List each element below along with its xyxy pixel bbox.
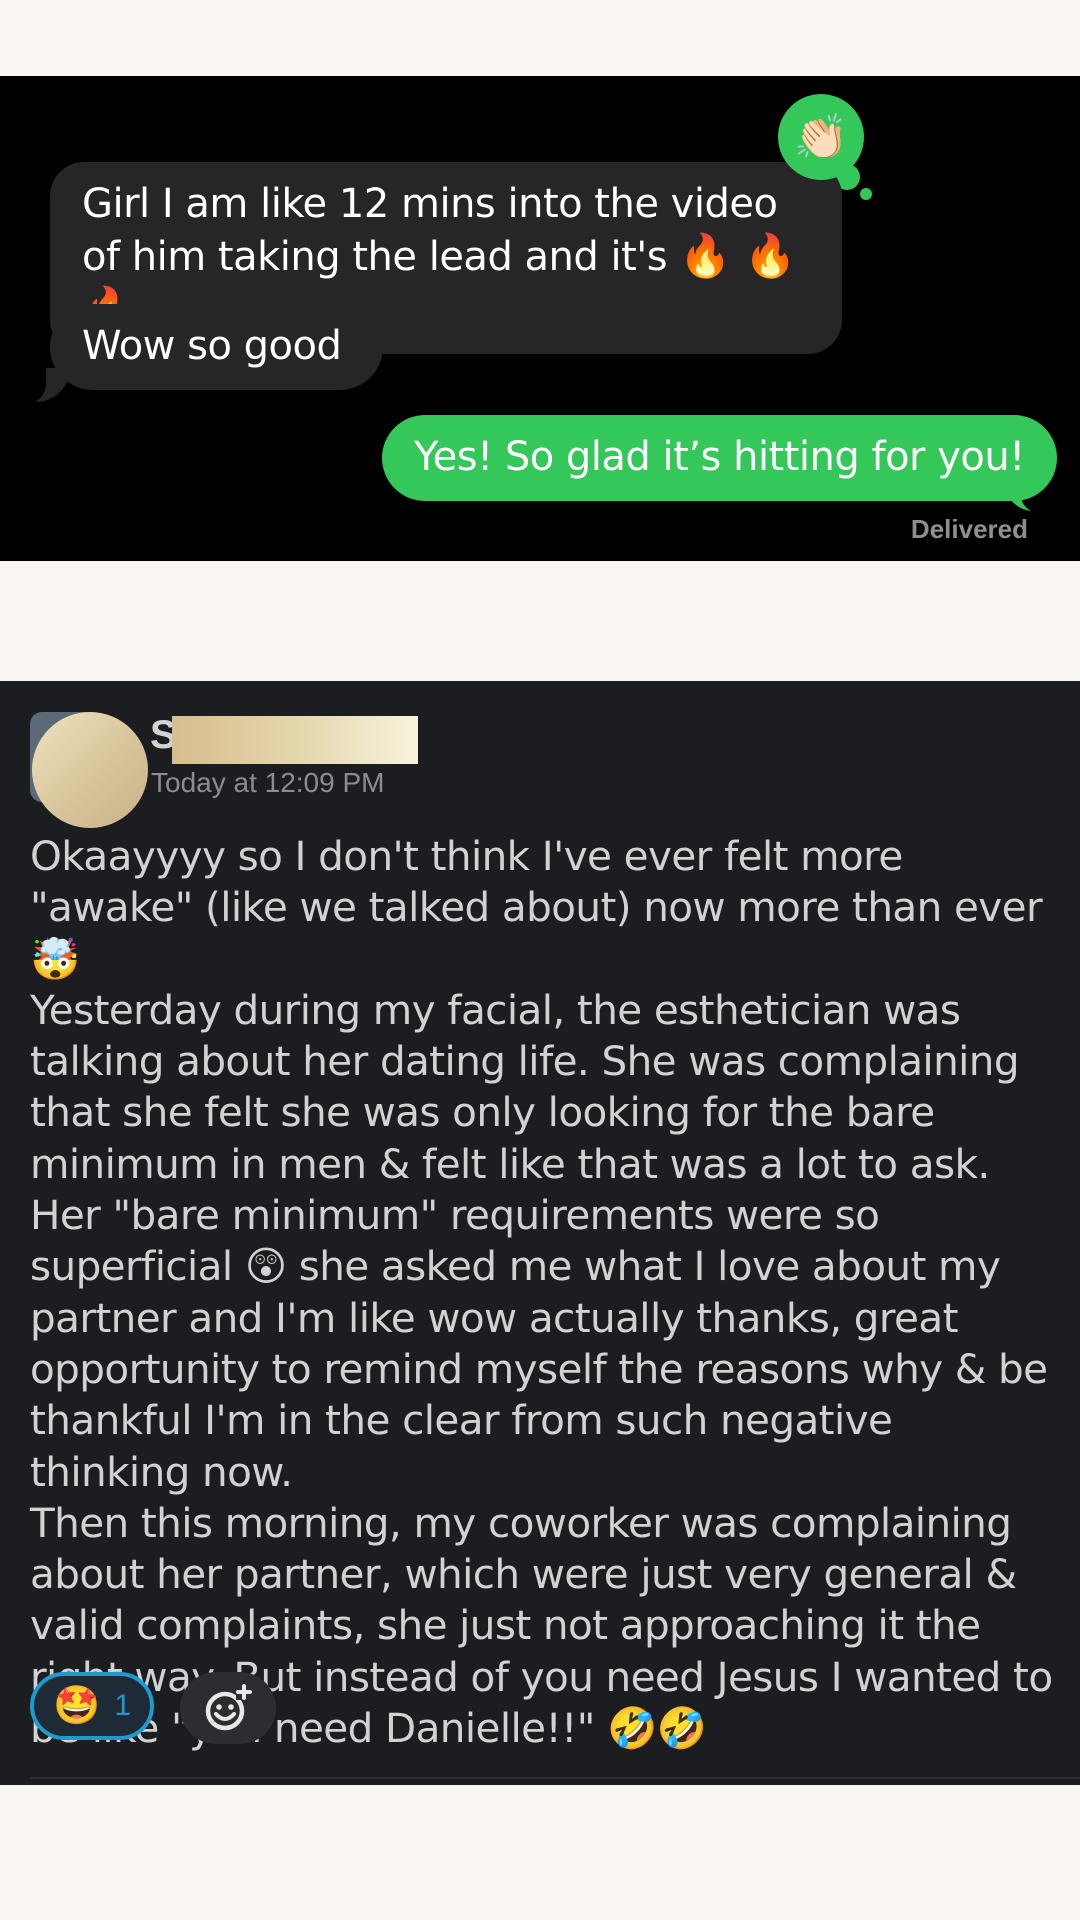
add-emoji-icon <box>205 1684 252 1731</box>
star-struck-emoji-icon: 🤩 <box>52 1685 101 1727</box>
avatar[interactable] <box>32 712 148 828</box>
incoming-message-bubble[interactable]: Wow so good <box>50 304 384 390</box>
message-text: Girl I am like 12 mins into the video of… <box>82 181 778 280</box>
imessage-thread: Girl I am like 12 mins into the video of… <box>0 76 1080 561</box>
message-text: Yes! So glad it’s hitting for you! <box>414 434 1025 480</box>
post-timestamp[interactable]: Today at 12:09 PM <box>151 767 384 799</box>
add-reaction-button[interactable] <box>180 1672 276 1744</box>
post-paragraph: Yesterday during my facial, the esthetic… <box>30 985 1048 1496</box>
outgoing-message-bubble[interactable]: Yes! So glad it’s hitting for you! <box>382 415 1057 501</box>
reaction-count: 1 <box>114 1689 131 1722</box>
post-body: Okaayyyy so I don't think I've ever felt… <box>30 831 1060 1754</box>
delivery-status: Delivered <box>910 514 1028 544</box>
clapping-hands-tapback-icon[interactable]: 👏🏻 <box>778 94 864 180</box>
reaction-pill[interactable]: 🤩 1 <box>30 1672 154 1740</box>
divider <box>30 1777 1080 1779</box>
tapback-emoji: 👏🏻 <box>793 113 849 162</box>
tapback-tail-dot <box>860 188 872 200</box>
message-text: Wow so good <box>82 323 342 369</box>
redacted-author-name <box>172 716 418 764</box>
post-paragraph: Okaayyyy so I don't think I've ever felt… <box>30 832 1043 983</box>
chat-post: S Today at 12:09 PM Okaayyyy so I don't … <box>0 681 1080 1785</box>
